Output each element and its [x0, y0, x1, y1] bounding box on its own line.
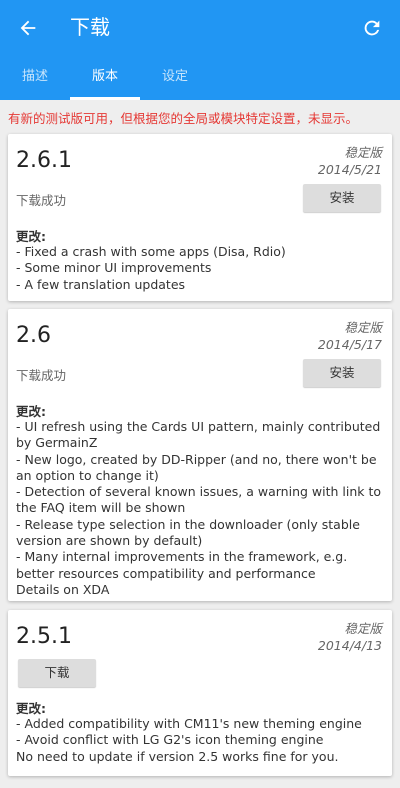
changelog-item: - Some minor UI improvements	[16, 260, 212, 276]
changelog-item: - Detection of several known issues, a w…	[16, 484, 382, 516]
tab-description[interactable]: 描述	[0, 58, 70, 100]
changes-heading: 更改:	[16, 404, 46, 419]
page-title: 下载	[70, 15, 110, 39]
version-card: 2.5.1 稳定版 2014/4/13 下载 更改: - Added compa…	[8, 610, 392, 776]
back-arrow-icon[interactable]	[14, 14, 42, 42]
changelog-item: - Many internal improvements in the fram…	[16, 549, 348, 581]
version-number: 2.5.1	[16, 624, 72, 649]
changelog-item: - A few translation updates	[16, 276, 186, 292]
release-type: 稳定版	[344, 621, 382, 636]
download-status: 下载成功	[16, 368, 67, 383]
changelog-item: - Fixed a crash with some apps (Disa, Rd…	[16, 244, 286, 259]
release-date: 2014/5/17	[317, 337, 382, 352]
beta-notice: 有新的测试版可用，但根据您的全局或模块特定设置，未显示。	[8, 111, 359, 126]
release-type: 稳定版	[344, 145, 382, 160]
version-number: 2.6	[16, 323, 51, 348]
version-card: 2.6.1 稳定版 2014/5/21 下载成功 安装 更改: - Fixed …	[8, 134, 392, 301]
app-bar: 下载 描述 版本 设定	[0, 0, 400, 100]
changes-heading: 更改:	[16, 701, 46, 716]
changes-heading: 更改:	[16, 229, 46, 244]
changelog-item: - New logo, created by DD-Ripper (and no…	[16, 451, 377, 483]
release-date: 2014/4/13	[317, 638, 382, 653]
changelog-item: - UI refresh using the Cards UI pattern,…	[16, 419, 381, 451]
tab-settings[interactable]: 设定	[140, 58, 210, 100]
changelog-item: - Added compatibility with CM11's new th…	[16, 716, 362, 731]
tab-bar: 描述 版本 设定	[0, 58, 400, 100]
changelog: - Fixed a crash with some apps (Disa, Rd…	[16, 244, 384, 293]
changelog-item: - Avoid conflict with LG G2's icon themi…	[16, 732, 324, 748]
tab-versions[interactable]: 版本	[70, 58, 140, 100]
changelog-item: - Release type selection in the download…	[16, 516, 360, 549]
changelog: - Added compatibility with CM11's new th…	[16, 716, 384, 765]
refresh-icon[interactable]	[358, 14, 386, 42]
download-button[interactable]: 下载	[18, 659, 96, 687]
changelog-item: No need to update if version 2.5 works f…	[16, 748, 339, 764]
install-button[interactable]: 安装	[303, 359, 381, 387]
changelog: - UI refresh using the Cards UI pattern,…	[16, 419, 384, 598]
release-date: 2014/5/21	[317, 162, 382, 177]
download-status: 下载成功	[16, 193, 67, 208]
changelog-item: Details on XDA	[16, 581, 110, 597]
version-number: 2.6.1	[16, 148, 72, 173]
version-card: 2.6 稳定版 2014/5/17 下载成功 安装 更改: - UI refre…	[8, 309, 392, 601]
install-button[interactable]: 安装	[303, 184, 381, 212]
release-type: 稳定版	[344, 320, 382, 335]
